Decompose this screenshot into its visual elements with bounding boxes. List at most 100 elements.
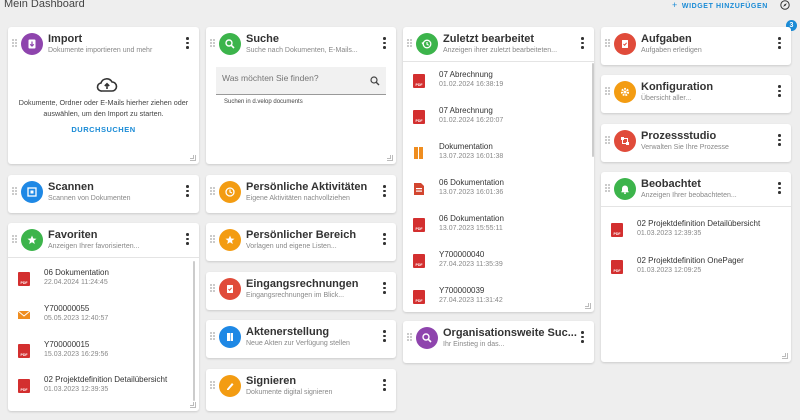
item-date: 01.02.2024 16:38:19 <box>439 81 504 88</box>
compass-icon[interactable] <box>780 0 790 10</box>
organisationssuche-widget[interactable]: Organisationsweite Suc... Ihr Einstieg i… <box>403 321 594 363</box>
widget-title: Aufgaben <box>641 33 692 45</box>
pdf-icon <box>413 110 425 124</box>
list-item[interactable]: Y700000015 15.03.2023 16:29:56 <box>18 336 185 372</box>
import-icon <box>21 33 43 55</box>
more-options-icon[interactable] <box>778 134 781 146</box>
search-field[interactable] <box>216 67 386 95</box>
add-widget-button[interactable]: + WIDGET HINZUFÜGEN <box>672 0 768 10</box>
more-options-icon[interactable] <box>383 37 386 49</box>
divider <box>601 206 791 207</box>
pdf-icon <box>611 223 623 237</box>
resize-handle-icon[interactable] <box>190 402 196 408</box>
drag-handle-icon[interactable] <box>210 187 216 195</box>
search-icon[interactable] <box>370 76 380 86</box>
drag-handle-icon[interactable] <box>12 235 18 243</box>
more-options-icon[interactable] <box>581 37 584 49</box>
list-item[interactable]: 07 Abrechnung 01.02.2024 16:20:07 <box>413 102 580 138</box>
drag-handle-icon[interactable] <box>407 333 413 341</box>
item-title: 02 Projektdefinition Detailübersicht <box>44 375 168 384</box>
item-title: 06 Dokumentation <box>44 268 109 277</box>
list-item[interactable]: Dokumentation 13.07.2023 16:01:38 <box>413 138 580 174</box>
drag-handle-icon[interactable] <box>210 381 216 389</box>
widget-subtitle: Dokumente digital signieren <box>246 389 333 396</box>
pdf-icon <box>413 218 425 232</box>
more-options-icon[interactable] <box>186 233 189 245</box>
drag-handle-icon[interactable] <box>605 136 611 144</box>
item-date: 27.04.2023 11:35:39 <box>439 261 503 268</box>
widget-subtitle: Aufgaben erledigen <box>641 47 702 54</box>
list-item[interactable]: 06 Dokumentation 13.07.2023 16:01:36 <box>413 174 580 210</box>
resize-handle-icon[interactable] <box>190 155 196 161</box>
mail-icon <box>18 310 30 319</box>
more-options-icon[interactable] <box>383 185 386 197</box>
drag-handle-icon[interactable] <box>210 284 216 292</box>
browse-link[interactable]: DURCHSUCHEN <box>8 125 199 134</box>
widget-subtitle: Scannen von Dokumenten <box>48 195 131 202</box>
list-item[interactable]: Y700000039 27.04.2023 11:31:42 <box>413 282 580 306</box>
aktivitaeten-widget[interactable]: Persönliche Aktivitäten Eigene Aktivität… <box>206 175 396 213</box>
list-item[interactable]: Y700000040 27.04.2023 11:35:39 <box>413 246 580 282</box>
scannen-widget[interactable]: Scannen Scannen von Dokumenten <box>8 175 199 213</box>
more-options-icon[interactable] <box>186 185 189 197</box>
document-icon <box>414 183 424 195</box>
list-item[interactable]: 07 Abrechnung 01.02.2024 16:38:19 <box>413 66 580 102</box>
widget-subtitle: Eigene Aktivitäten nachvollziehen <box>246 195 350 202</box>
eingangsrechnungen-widget[interactable]: Eingangsrechnungen Eingangsrechnungen im… <box>206 272 396 310</box>
more-options-icon[interactable] <box>383 379 386 391</box>
resize-handle-icon[interactable] <box>782 353 788 359</box>
item-title: Y700000015 <box>44 340 90 349</box>
widget-title: Persönlicher Bereich <box>246 229 357 241</box>
search-input[interactable] <box>222 73 362 83</box>
item-title: 02 Projektdefinition Detailübersicht <box>637 219 761 228</box>
item-title: 06 Dokumentation <box>439 214 504 223</box>
list-item[interactable]: Y700000055 05.05.2023 12:40:57 <box>18 300 185 336</box>
widget-subtitle: Ihr Einstieg in das... <box>443 341 505 348</box>
more-options-icon[interactable] <box>778 37 781 49</box>
aktenerstellung-widget[interactable]: Aktenerstellung Neue Akten zur Verfügung… <box>206 320 396 358</box>
scrollbar[interactable] <box>193 261 195 401</box>
drag-handle-icon[interactable] <box>605 39 611 47</box>
more-options-icon[interactable] <box>778 85 781 97</box>
widget-title: Zuletzt bearbeitet <box>443 33 535 45</box>
drag-handle-icon[interactable] <box>210 39 216 47</box>
drag-handle-icon[interactable] <box>407 39 413 47</box>
aufgaben-widget[interactable]: Aufgaben Aufgaben erledigen <box>601 27 791 65</box>
more-options-icon[interactable] <box>778 182 781 194</box>
item-date: 01.03.2023 12:09:25 <box>637 267 702 274</box>
widget-title: Suche <box>246 33 280 45</box>
scan-icon <box>21 181 43 203</box>
more-options-icon[interactable] <box>383 330 386 342</box>
item-title: 06 Dokumentation <box>439 178 504 187</box>
import-widget: Import Dokumente importieren und mehr Do… <box>8 27 199 164</box>
drag-handle-icon[interactable] <box>210 332 216 340</box>
search-icon <box>416 327 438 349</box>
list-item[interactable]: 06 Dokumentation 22.04.2024 11:24:45 <box>18 264 185 300</box>
prozessstudio-widget[interactable]: Prozessstudio Verwalten Sie Ihre Prozess… <box>601 124 791 162</box>
resize-handle-icon[interactable] <box>387 155 393 161</box>
pdf-icon <box>18 344 30 358</box>
list-item[interactable]: 02 Projektdefinition Detailübersicht 01.… <box>18 371 185 407</box>
list-item[interactable]: 02 Projektdefinition OnePager 01.03.2023… <box>611 252 777 288</box>
bereich-widget[interactable]: Persönlicher Bereich Vorlagen und eigene… <box>206 223 396 261</box>
drag-handle-icon[interactable] <box>12 187 18 195</box>
gear-icon <box>614 81 636 103</box>
drag-handle-icon[interactable] <box>605 87 611 95</box>
more-options-icon[interactable] <box>581 331 584 343</box>
drag-handle-icon[interactable] <box>605 184 611 192</box>
task-icon <box>614 33 636 55</box>
item-date: 13.07.2023 16:01:38 <box>439 153 504 160</box>
suche-widget: Suche Suche nach Dokumenten, E-Mails... … <box>206 27 396 164</box>
more-options-icon[interactable] <box>186 37 189 49</box>
drag-handle-icon[interactable] <box>210 235 216 243</box>
list-item[interactable]: 02 Projektdefinition Detailübersicht 01.… <box>611 215 777 251</box>
more-options-icon[interactable] <box>383 282 386 294</box>
drag-handle-icon[interactable] <box>12 39 18 47</box>
item-title: Dokumentation <box>439 142 493 151</box>
item-date: 13.07.2023 16:01:36 <box>439 189 504 196</box>
signieren-widget[interactable]: Signieren Dokumente digital signieren <box>206 369 396 411</box>
konfiguration-widget[interactable]: Konfiguration Übersicht aller... <box>601 75 791 113</box>
list-item[interactable]: 06 Dokumentation 13.07.2023 15:55:11 <box>413 210 580 246</box>
resize-handle-icon[interactable] <box>585 303 591 309</box>
more-options-icon[interactable] <box>383 233 386 245</box>
